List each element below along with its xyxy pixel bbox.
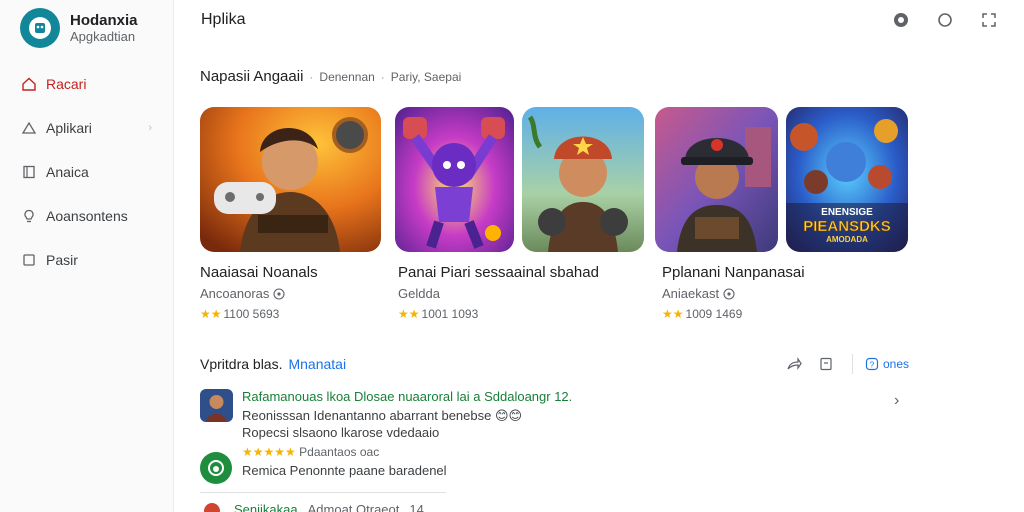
top-bar: Hplika: [174, 0, 1024, 40]
card-developer: Aniaekast: [662, 286, 720, 301]
card-title: Panai Piari sessaainal sbahad: [398, 264, 599, 281]
game-thumbnail[interactable]: [395, 107, 514, 252]
sidebar-item-label: Aplikari: [46, 120, 92, 136]
help-icon: ?: [865, 357, 879, 371]
chevron-right-icon: ›: [148, 122, 152, 134]
review-item[interactable]: Seniikakaa Admoat Otraeot 14.: [200, 497, 427, 512]
book-icon: [20, 163, 38, 181]
chat-icon[interactable]: [888, 8, 914, 32]
section-title: Napasii Angaaii: [200, 68, 304, 85]
sidebar-item-anaica[interactable]: Anaica: [0, 150, 174, 194]
section-header: Napasii Angaaii · Denennan · Pariy, Saep…: [200, 68, 462, 85]
card-rating: 1009 1469: [685, 307, 743, 321]
review-headline: Rafamanouas lkoa Dlosae nuaaroral lai a …: [242, 389, 573, 404]
review-text: Reonisssan Idenantanno abarrant benebse …: [242, 408, 523, 423]
reviews-header: Vpritdra blas. Mnanatai: [200, 356, 346, 372]
lightbulb-icon: [20, 207, 38, 225]
more-label: ones: [883, 357, 910, 371]
info-icon: [273, 287, 285, 300]
review-text: Remica Penonnte paane baradenel: [242, 463, 447, 478]
game-thumbnail[interactable]: [522, 107, 644, 252]
brand[interactable]: Hodanxia Apgkadtian: [20, 6, 138, 50]
sidebar-item-aoansontens[interactable]: Aoansontens: [0, 194, 174, 238]
card-developer: Geldda: [398, 286, 440, 301]
card-title: Pplanani Nanpanasai: [662, 264, 805, 281]
card-rating: 1100 5693: [223, 307, 280, 321]
reviews-title: Vpritdra blas.: [200, 356, 283, 372]
chevron-right-icon[interactable]: ›: [894, 392, 899, 410]
rating-stars: ★★: [662, 307, 684, 321]
sidebar-item-aplikari[interactable]: Aplikari ›: [0, 106, 174, 150]
brand-logo: [20, 8, 60, 48]
square-icon: [20, 251, 38, 269]
avatar: [200, 452, 232, 484]
sidebar: Hodanxia Apgkadtian Racari Aplikari › An…: [0, 0, 174, 512]
rating-stars: ★★: [398, 307, 420, 321]
poster-text-3: AMODADA: [826, 235, 868, 244]
info-icon: [723, 287, 735, 300]
more-button[interactable]: ? ones: [865, 357, 909, 371]
reviews-actions: ? ones: [784, 354, 909, 374]
divider: [200, 492, 446, 493]
brand-name: Hodanxia: [70, 11, 138, 29]
home-icon: [20, 75, 38, 93]
sidebar-nav: Racari Aplikari › Anaica Aoansontens Pas…: [0, 62, 174, 282]
avatar: [200, 389, 233, 422]
app-card[interactable]: Pplanani Nanpanasai Aniaekast ★★ 1009 14…: [662, 264, 902, 321]
sidebar-item-label: Anaica: [46, 164, 89, 180]
review-meta: 14.: [409, 501, 428, 512]
poster-text-1: ENENSIGE: [821, 207, 873, 218]
game-thumbnail[interactable]: ENENSIGE PIEANSDKS AMODADA: [786, 107, 908, 252]
poster-text-2: PIEANSDKS: [803, 218, 891, 235]
review-text: Ropecsi slsaono lkarose vdedaaio: [242, 425, 440, 440]
triangle-icon: [20, 119, 38, 137]
sidebar-item-label: Aoansontens: [46, 208, 128, 224]
bookmark-icon[interactable]: [816, 354, 836, 374]
card-rating: 1001 1093: [421, 307, 479, 321]
app-card[interactable]: Panai Piari sessaainal sbahad Geldda ★★ …: [398, 264, 638, 321]
game-thumbnail[interactable]: [655, 107, 778, 252]
sidebar-item-label: Pasir: [46, 252, 78, 268]
section-meta: Pariy, Saepai: [390, 70, 462, 84]
svg-text:?: ?: [870, 361, 875, 370]
game-thumbnail[interactable]: [200, 107, 381, 252]
sidebar-item-pasir[interactable]: Pasir: [0, 238, 174, 282]
avatar: [200, 497, 224, 512]
sidebar-item-racari[interactable]: Racari: [0, 62, 174, 106]
share-icon[interactable]: [784, 354, 804, 374]
expand-icon[interactable]: [976, 8, 1002, 32]
brand-subtitle: Apgkadtian: [70, 28, 136, 44]
reviews-link[interactable]: Mnanatai: [288, 356, 346, 372]
rating-stars: ★★: [200, 307, 222, 321]
shield-icon[interactable]: [932, 8, 958, 32]
reviewer-name: Seniikakaa: [234, 501, 298, 512]
page-title: Hplika: [201, 11, 246, 28]
section-meta: Denennan: [319, 70, 375, 84]
review-meta: Pdaantaos oac: [299, 445, 380, 459]
sidebar-item-label: Racari: [46, 76, 87, 92]
review-meta: Admoat Otraeot: [307, 501, 400, 512]
card-developer: Ancoanoras: [200, 286, 270, 301]
rating-stars: ★★★★★: [242, 445, 296, 459]
